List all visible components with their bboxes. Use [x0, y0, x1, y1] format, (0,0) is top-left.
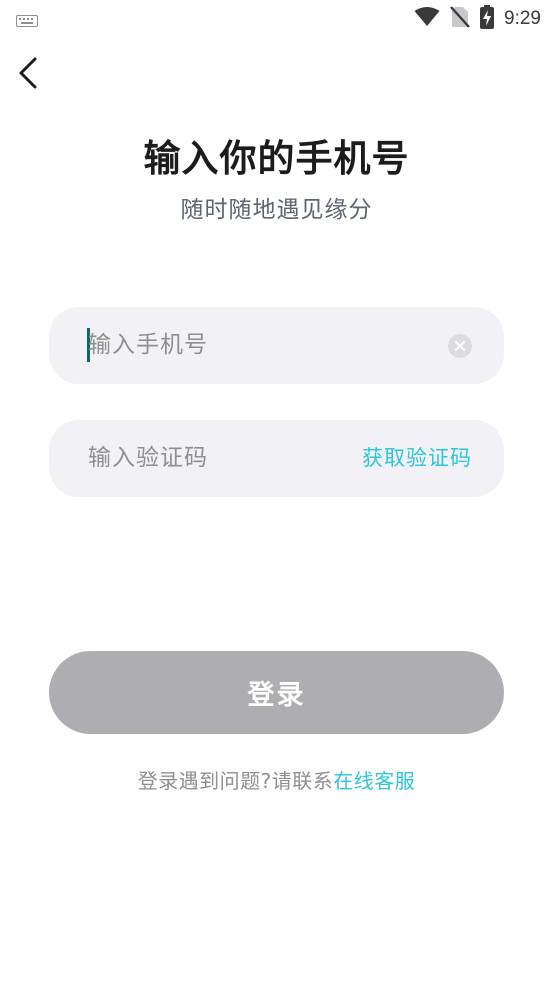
battery-charging-icon [480, 5, 495, 33]
back-button[interactable] [10, 56, 46, 94]
phone-field[interactable]: 输入手机号 [49, 307, 504, 384]
verification-code-field[interactable]: 输入验证码 获取验证码 [49, 420, 504, 497]
phone-input-placeholder[interactable]: 输入手机号 [88, 329, 208, 361]
clear-circle-icon[interactable] [448, 334, 472, 358]
help-text: 登录遇到问题?请联系 [137, 769, 334, 793]
page-subtitle: 随时随地遇见缘分 [180, 197, 373, 223]
keyboard-icon [16, 12, 38, 31]
wifi-icon [414, 7, 440, 31]
no-sim-icon [450, 6, 470, 32]
help-line: 登录遇到问题?请联系在线客服 [0, 765, 553, 794]
login-button[interactable]: 登录 [49, 651, 504, 734]
online-support-link[interactable]: 在线客服 [333, 769, 415, 793]
status-bar: 9:29 [0, 0, 553, 38]
code-input-placeholder[interactable]: 输入验证码 [88, 442, 208, 474]
clock: 9:29 [504, 8, 541, 29]
page-title: 输入你的手机号 [143, 137, 410, 180]
chevron-left-icon [18, 56, 38, 94]
get-code-button[interactable]: 获取验证码 [362, 443, 472, 473]
